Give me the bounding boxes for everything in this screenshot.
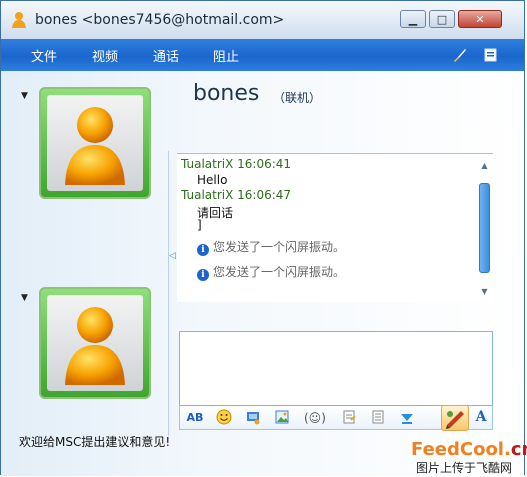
message-text: 请回话 — [197, 206, 234, 220]
contact-avatar[interactable] — [39, 87, 151, 199]
history-scrollbar[interactable]: ▲ ▼ — [477, 159, 492, 299]
my-avatar[interactable] — [39, 287, 151, 399]
status-message: 欢迎给MSC提出建议和意见! — [19, 435, 171, 449]
notice-row: i 您发送了一个闪屏振动。 — [197, 263, 345, 281]
contact-status: （联机） — [273, 91, 322, 105]
background-icon[interactable] — [369, 409, 387, 427]
scroll-down-arrow-icon[interactable]: ▼ — [477, 285, 492, 299]
scroll-thumb[interactable] — [479, 183, 490, 273]
send-icon — [446, 411, 464, 429]
watermark-tagline: 图片上传于飞酷网 — [416, 461, 513, 475]
my-avatar-menu-arrow[interactable]: ▼ — [21, 293, 28, 303]
buddy-icon — [65, 107, 125, 185]
message-text: ] — [197, 218, 202, 232]
message-sender: TualatriX 16:06:41 — [181, 157, 292, 171]
contact-avatar-image — [47, 95, 143, 191]
notice-row: i 您发送了一个闪屏振动。 — [197, 238, 345, 256]
pane-divider — [168, 151, 169, 436]
collapse-arrow-icon[interactable]: ◁ — [169, 251, 176, 261]
message-text: Hello — [197, 173, 228, 187]
window-icon[interactable] — [482, 46, 500, 64]
notice-text: 您发送了一个闪屏振动。 — [213, 240, 346, 254]
menu-block[interactable]: 阻止 — [213, 46, 239, 65]
window-title: bones <bones7456@hotmail.com> — [35, 12, 285, 28]
nudge-icon[interactable]: (☺) — [304, 409, 326, 427]
close-button[interactable]: ✕ — [458, 10, 502, 28]
menu-bar: 文件 视频 通话 阻止 — [1, 39, 524, 71]
font-button[interactable]: A — [472, 409, 490, 427]
voice-clip-icon[interactable] — [244, 409, 262, 427]
maximize-button[interactable]: □ — [429, 10, 455, 28]
info-icon: i — [197, 269, 209, 281]
message-sender: TualatriX 16:06:47 — [181, 188, 292, 202]
watermark-brand-b: cn — [510, 439, 527, 460]
wink-icon[interactable] — [340, 409, 358, 427]
download-icon[interactable] — [398, 409, 416, 427]
menu-video[interactable]: 视频 — [92, 46, 118, 65]
message-history[interactable]: TualatriX 16:06:41 Hello TualatriX 16:06… — [177, 153, 493, 302]
watermark-brand: FeedCool.cn — [411, 439, 527, 460]
info-icon: i — [197, 244, 209, 256]
minimize-button[interactable]: ▁ — [400, 10, 426, 28]
watermark-brand-a: FeedCool. — [411, 439, 511, 460]
my-avatar-image — [47, 295, 143, 391]
msn-conversation-window: bones <bones7456@hotmail.com> ▁ □ ✕ 文件 视… — [0, 0, 527, 476]
send-button[interactable] — [441, 405, 469, 431]
msn-buddy-icon — [12, 12, 26, 28]
picture-icon[interactable] — [273, 409, 291, 427]
window-controls: ▁ □ ✕ — [400, 10, 502, 28]
spell-check-icon[interactable]: AB — [186, 409, 204, 427]
menu-call[interactable]: 通话 — [153, 46, 179, 65]
title-bar[interactable]: bones <bones7456@hotmail.com> ▁ □ ✕ — [1, 1, 524, 40]
emoticon-icon[interactable] — [215, 409, 233, 427]
message-input[interactable] — [179, 331, 493, 406]
contact-name: bones — [193, 81, 260, 106]
brush-icon[interactable] — [451, 46, 469, 64]
notice-text: 您发送了一个闪屏振动。 — [213, 265, 346, 279]
scroll-up-arrow-icon[interactable]: ▲ — [477, 159, 492, 173]
contact-avatar-menu-arrow[interactable]: ▼ — [21, 91, 28, 101]
menu-file[interactable]: 文件 — [31, 46, 57, 65]
buddy-icon — [65, 307, 125, 385]
